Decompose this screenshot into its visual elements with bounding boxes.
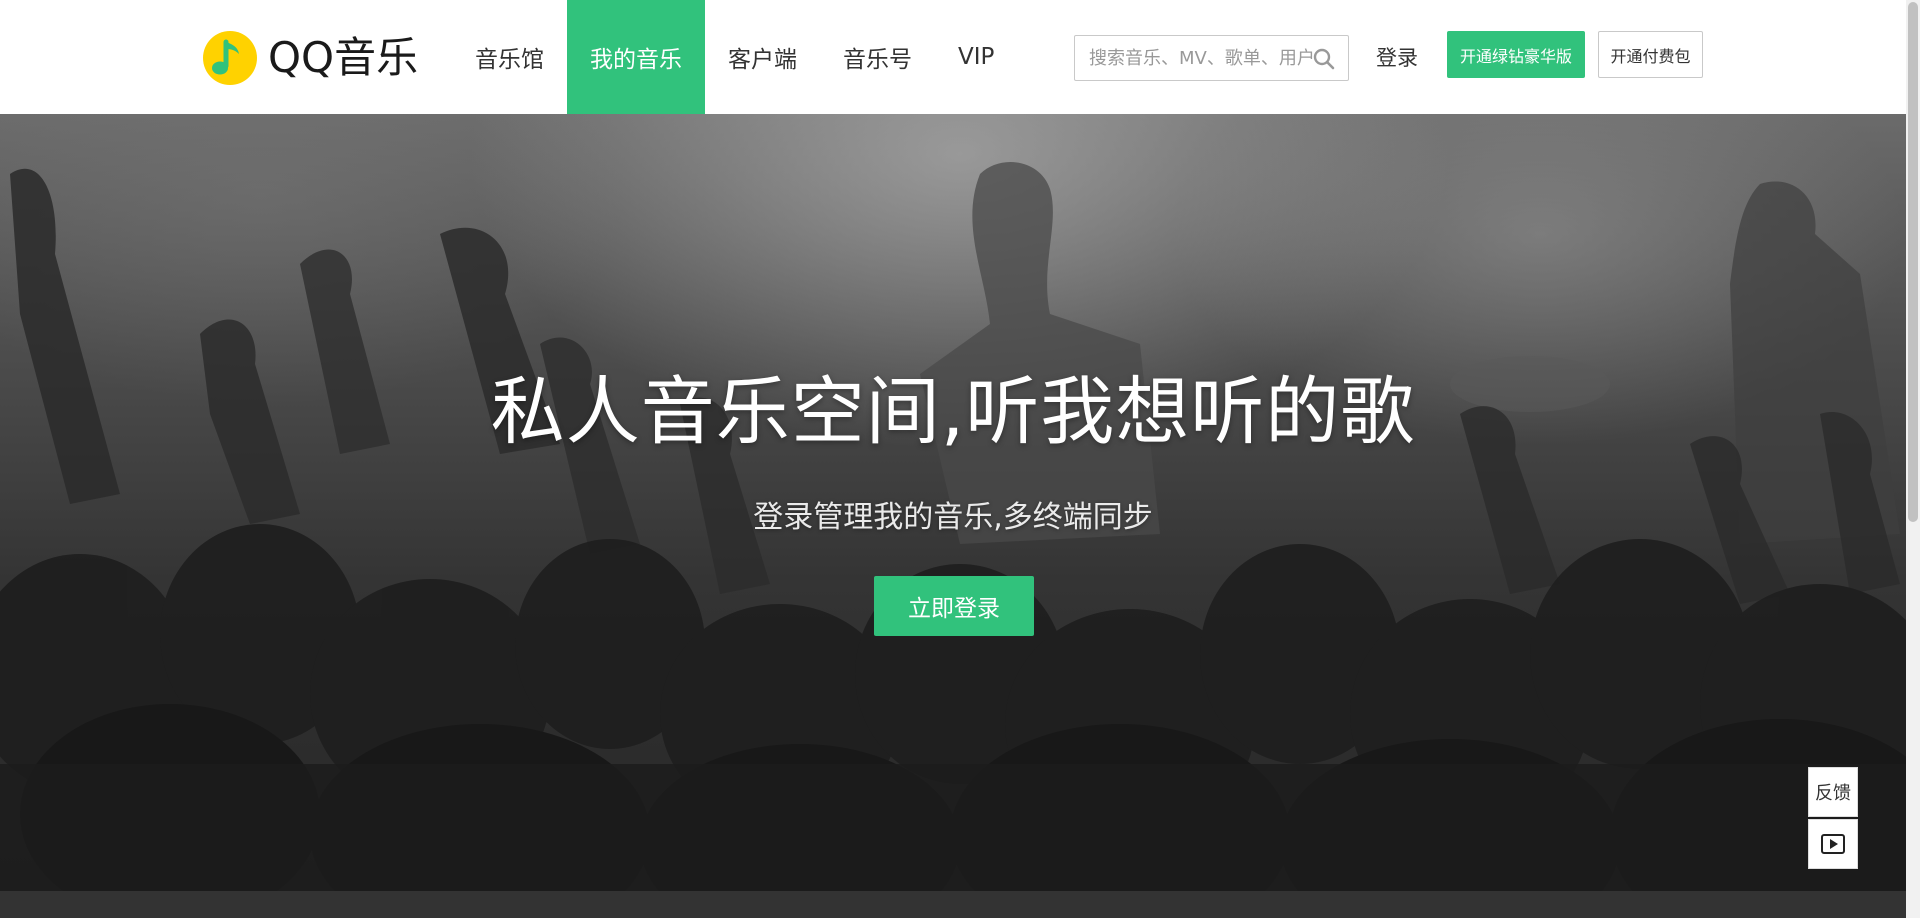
- footer-strip: [0, 891, 1906, 918]
- logo-text: QQ音乐: [268, 33, 419, 82]
- qq-music-logo[interactable]: QQ音乐: [202, 28, 418, 88]
- scrollbar-thumb[interactable]: [1908, 2, 1918, 522]
- nav-item-music-account[interactable]: 音乐号: [820, 0, 935, 114]
- nav-item-music-hall[interactable]: 音乐馆: [452, 0, 567, 114]
- play-button[interactable]: [1808, 819, 1858, 869]
- hero-login-button[interactable]: 立即登录: [874, 576, 1034, 636]
- search-input[interactable]: [1089, 38, 1315, 78]
- feedback-button[interactable]: 反馈: [1808, 767, 1858, 817]
- open-green-diamond-button[interactable]: 开通绿钻豪华版: [1447, 31, 1585, 78]
- hero-title: 私人音乐空间,听我想听的歌: [490, 369, 1416, 455]
- side-tools: 反馈: [1808, 767, 1858, 869]
- nav-item-vip[interactable]: VIP: [935, 0, 1017, 114]
- open-paid-package-button[interactable]: 开通付费包: [1598, 31, 1703, 78]
- play-icon: [1821, 834, 1845, 854]
- login-link[interactable]: 登录: [1376, 42, 1418, 72]
- page: QQ音乐 音乐馆 我的音乐 客户端 音乐号 VIP 登录 开通绿钻豪华版 开通付…: [0, 0, 1920, 918]
- main-nav: 音乐馆 我的音乐 客户端 音乐号 VIP: [452, 0, 1017, 114]
- top-header: QQ音乐 音乐馆 我的音乐 客户端 音乐号 VIP 登录 开通绿钻豪华版 开通付…: [0, 0, 1906, 114]
- page-scrollbar[interactable]: [1906, 0, 1920, 918]
- nav-item-client[interactable]: 客户端: [705, 0, 820, 114]
- nav-item-my-music[interactable]: 我的音乐: [567, 0, 705, 114]
- hero-banner: 私人音乐空间,听我想听的歌 登录管理我的音乐,多终端同步 立即登录: [0, 114, 1906, 891]
- search-icon[interactable]: [1312, 47, 1336, 71]
- hero-subtitle: 登录管理我的音乐,多终端同步: [753, 500, 1153, 535]
- search-box: [1074, 35, 1349, 81]
- qq-music-logo-icon: [203, 31, 257, 85]
